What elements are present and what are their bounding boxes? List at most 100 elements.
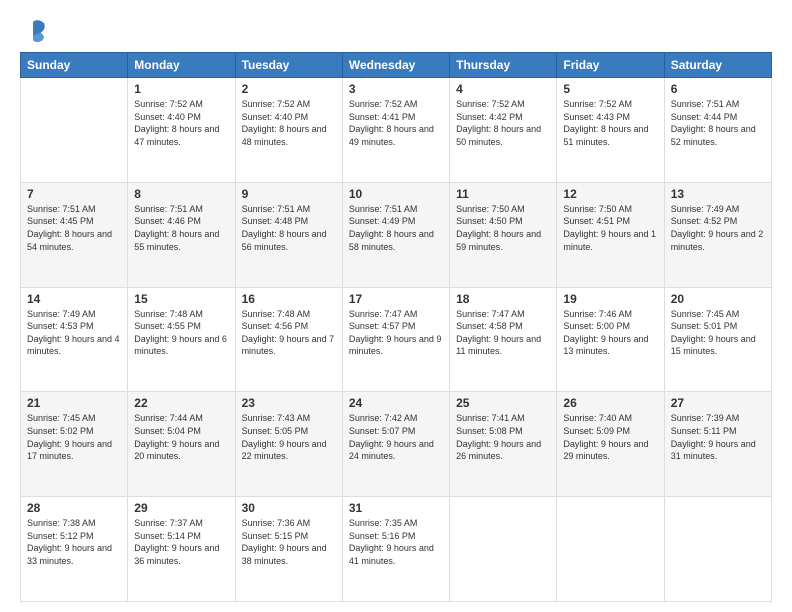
day-cell [557,497,664,602]
weekday-header-saturday: Saturday [664,53,771,78]
day-cell: 15 Sunrise: 7:48 AMSunset: 4:55 PMDayligh… [128,287,235,392]
day-cell: 22 Sunrise: 7:44 AMSunset: 5:04 PMDayligh… [128,392,235,497]
day-cell: 5Sunrise: 7:52 AMSunset: 4:43 PMDaylight… [557,78,664,183]
day-number: 7 [27,187,121,201]
day-cell: 25 Sunrise: 7:41 AMSunset: 5:08 PMDayligh… [450,392,557,497]
day-number: 22 [134,396,228,410]
day-cell: 12 Sunrise: 7:50 AMSunset: 4:51 PMDayligh… [557,182,664,287]
weekday-header-thursday: Thursday [450,53,557,78]
day-number: 9 [242,187,336,201]
day-cell: 6 Sunrise: 7:51 AMSunset: 4:44 PMDaylight… [664,78,771,183]
day-info: Sunrise: 7:49 AMSunset: 4:52 PMDaylight:… [671,203,765,253]
day-number: 15 [134,292,228,306]
weekday-header-row: SundayMondayTuesdayWednesdayThursdayFrid… [21,53,772,78]
day-info: Sunrise: 7:37 AMSunset: 5:14 PMDaylight:… [134,517,228,567]
day-info: Sunrise: 7:45 AMSunset: 5:01 PMDaylight:… [671,308,765,358]
page: SundayMondayTuesdayWednesdayThursdayFrid… [0,0,792,612]
day-info: Sunrise: 7:41 AMSunset: 5:08 PMDaylight:… [456,412,550,462]
day-cell: 14 Sunrise: 7:49 AMSunset: 4:53 PMDayligh… [21,287,128,392]
day-info: Sunrise: 7:51 AMSunset: 4:44 PMDaylight:… [671,98,765,148]
day-cell: 4Sunrise: 7:52 AMSunset: 4:42 PMDaylight… [450,78,557,183]
weekday-header-wednesday: Wednesday [342,53,449,78]
day-cell: 8 Sunrise: 7:51 AMSunset: 4:46 PMDaylight… [128,182,235,287]
day-info: Sunrise: 7:44 AMSunset: 5:04 PMDaylight:… [134,412,228,462]
day-number: 1 [134,82,228,96]
day-info: Sunrise: 7:42 AMSunset: 5:07 PMDaylight:… [349,412,443,462]
day-number: 26 [563,396,657,410]
day-cell: 24 Sunrise: 7:42 AMSunset: 5:07 PMDayligh… [342,392,449,497]
week-row-1: 7 Sunrise: 7:51 AMSunset: 4:45 PMDaylight… [21,182,772,287]
day-number: 18 [456,292,550,306]
day-cell: 7 Sunrise: 7:51 AMSunset: 4:45 PMDaylight… [21,182,128,287]
day-info: Sunrise: 7:47 AMSunset: 4:58 PMDaylight:… [456,308,550,358]
day-cell: 27 Sunrise: 7:39 AMSunset: 5:11 PMDayligh… [664,392,771,497]
day-info: Sunrise: 7:49 AMSunset: 4:53 PMDaylight:… [27,308,121,358]
day-number: 14 [27,292,121,306]
logo [20,16,52,44]
day-cell: 28 Sunrise: 7:38 AMSunset: 5:12 PMDayligh… [21,497,128,602]
day-cell: 16Sunrise: 7:48 AMSunset: 4:56 PMDayligh… [235,287,342,392]
day-number: 11 [456,187,550,201]
day-info: Sunrise: 7:51 AMSunset: 4:46 PMDaylight:… [134,203,228,253]
day-number: 23 [242,396,336,410]
day-number: 17 [349,292,443,306]
day-number: 31 [349,501,443,515]
day-number: 6 [671,82,765,96]
day-number: 10 [349,187,443,201]
day-cell: 23 Sunrise: 7:43 AMSunset: 5:05 PMDayligh… [235,392,342,497]
day-cell: 3 Sunrise: 7:52 AMSunset: 4:41 PMDaylight… [342,78,449,183]
day-info: Sunrise: 7:52 AMSunset: 4:41 PMDaylight:… [349,98,443,148]
day-info: Sunrise: 7:52 AMSunset: 4:40 PMDaylight:… [242,98,336,148]
day-cell: 30Sunrise: 7:36 AMSunset: 5:15 PMDayligh… [235,497,342,602]
day-info: Sunrise: 7:47 AMSunset: 4:57 PMDaylight:… [349,308,443,358]
day-number: 4 [456,82,550,96]
day-info: Sunrise: 7:50 AMSunset: 4:51 PMDaylight:… [563,203,657,253]
day-cell: 31 Sunrise: 7:35 AMSunset: 5:16 PMDayligh… [342,497,449,602]
week-row-2: 14 Sunrise: 7:49 AMSunset: 4:53 PMDayligh… [21,287,772,392]
day-number: 28 [27,501,121,515]
day-cell: 18 Sunrise: 7:47 AMSunset: 4:58 PMDayligh… [450,287,557,392]
week-row-0: 1 Sunrise: 7:52 AMSunset: 4:40 PMDaylight… [21,78,772,183]
week-row-4: 28 Sunrise: 7:38 AMSunset: 5:12 PMDayligh… [21,497,772,602]
calendar-table: SundayMondayTuesdayWednesdayThursdayFrid… [20,52,772,602]
day-cell: 10 Sunrise: 7:51 AMSunset: 4:49 PMDayligh… [342,182,449,287]
day-cell: 17 Sunrise: 7:47 AMSunset: 4:57 PMDayligh… [342,287,449,392]
day-number: 8 [134,187,228,201]
day-cell [21,78,128,183]
day-info: Sunrise: 7:39 AMSunset: 5:11 PMDaylight:… [671,412,765,462]
day-cell: 13Sunrise: 7:49 AMSunset: 4:52 PMDayligh… [664,182,771,287]
day-cell: 2 Sunrise: 7:52 AMSunset: 4:40 PMDaylight… [235,78,342,183]
day-info: Sunrise: 7:50 AMSunset: 4:50 PMDaylight:… [456,203,550,253]
day-number: 21 [27,396,121,410]
day-info: Sunrise: 7:51 AMSunset: 4:49 PMDaylight:… [349,203,443,253]
day-number: 24 [349,396,443,410]
day-cell: 9Sunrise: 7:51 AMSunset: 4:48 PMDaylight… [235,182,342,287]
day-cell: 19Sunrise: 7:46 AMSunset: 5:00 PMDayligh… [557,287,664,392]
day-number: 3 [349,82,443,96]
weekday-header-monday: Monday [128,53,235,78]
day-info: Sunrise: 7:43 AMSunset: 5:05 PMDaylight:… [242,412,336,462]
day-info: Sunrise: 7:45 AMSunset: 5:02 PMDaylight:… [27,412,121,462]
day-info: Sunrise: 7:52 AMSunset: 4:40 PMDaylight:… [134,98,228,148]
day-number: 25 [456,396,550,410]
day-cell: 29 Sunrise: 7:37 AMSunset: 5:14 PMDayligh… [128,497,235,602]
day-number: 29 [134,501,228,515]
day-number: 19 [563,292,657,306]
day-info: Sunrise: 7:38 AMSunset: 5:12 PMDaylight:… [27,517,121,567]
day-cell: 1 Sunrise: 7:52 AMSunset: 4:40 PMDaylight… [128,78,235,183]
day-info: Sunrise: 7:48 AMSunset: 4:55 PMDaylight:… [134,308,228,358]
day-number: 16 [242,292,336,306]
header [20,16,772,44]
weekday-header-sunday: Sunday [21,53,128,78]
day-cell [450,497,557,602]
day-cell: 21 Sunrise: 7:45 AMSunset: 5:02 PMDayligh… [21,392,128,497]
day-number: 12 [563,187,657,201]
day-cell [664,497,771,602]
day-cell: 20Sunrise: 7:45 AMSunset: 5:01 PMDayligh… [664,287,771,392]
day-info: Sunrise: 7:51 AMSunset: 4:45 PMDaylight:… [27,203,121,253]
weekday-header-tuesday: Tuesday [235,53,342,78]
day-number: 27 [671,396,765,410]
day-info: Sunrise: 7:52 AMSunset: 4:43 PMDaylight:… [563,98,657,148]
day-info: Sunrise: 7:35 AMSunset: 5:16 PMDaylight:… [349,517,443,567]
day-number: 2 [242,82,336,96]
